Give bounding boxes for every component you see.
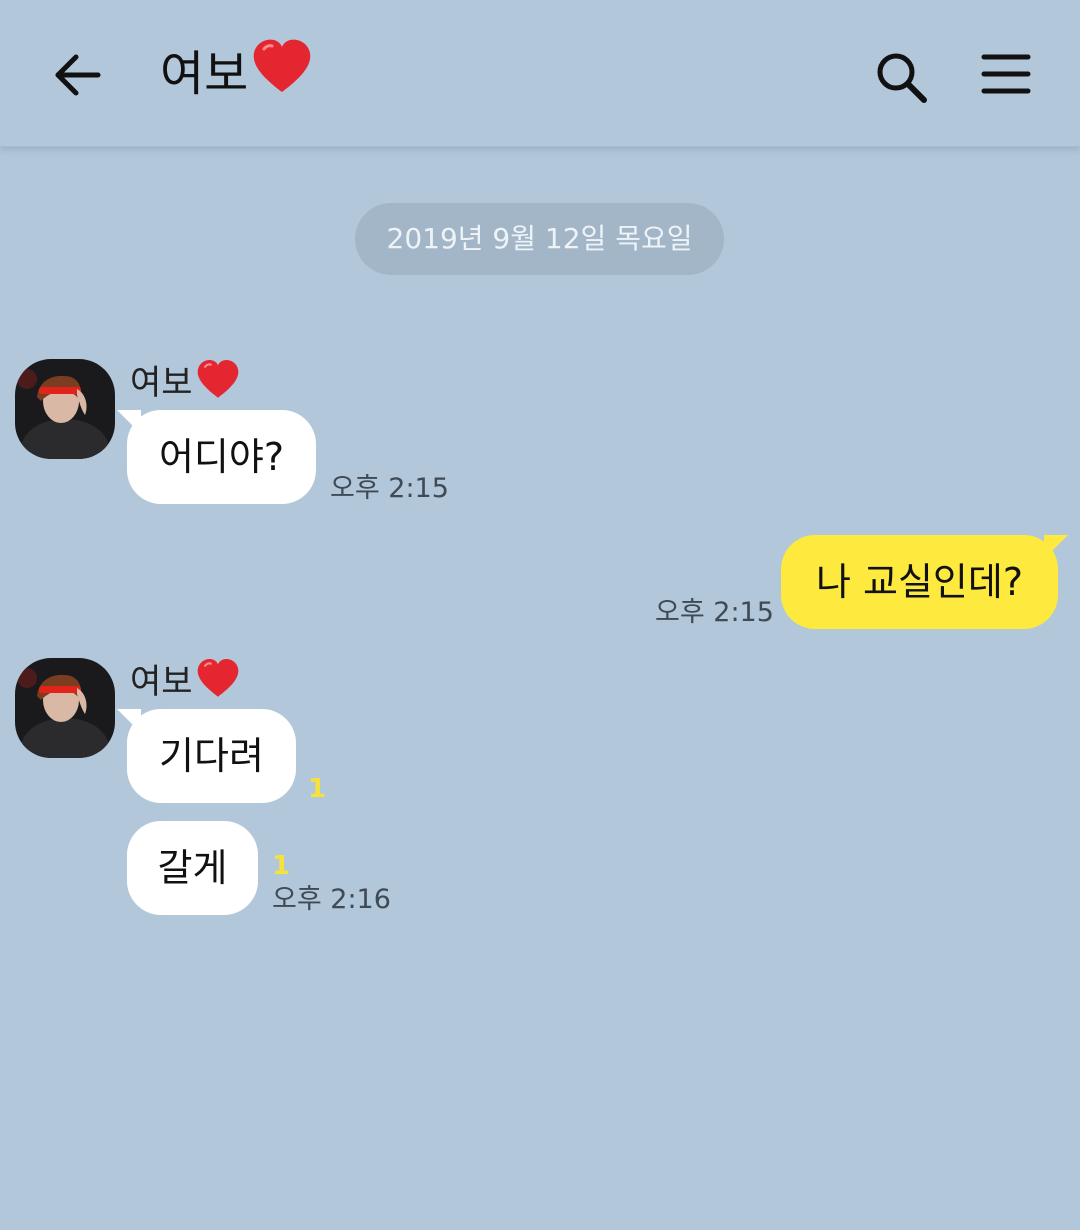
message-text: 어디야?: [158, 435, 285, 479]
chat-title[interactable]: 여보: [160, 36, 314, 117]
sender-name-text: 여보: [130, 662, 193, 702]
bubble-tail: [117, 410, 141, 434]
heart-icon: [250, 37, 314, 117]
sender-name: 여보: [130, 358, 241, 411]
chat-header: 여보: [0, 0, 1080, 147]
message-time: 오후 2:16: [272, 884, 391, 915]
message-bubble-incoming[interactable]: 어디야?: [117, 410, 316, 504]
message-text: 기다려: [159, 734, 264, 778]
unread-count: 1: [308, 774, 327, 804]
search-icon[interactable]: [872, 48, 930, 106]
sender-name-text: 여보: [130, 363, 193, 403]
message-time: 오후 2:15: [330, 473, 449, 504]
contact-avatar[interactable]: [15, 359, 115, 459]
heart-icon: [195, 657, 241, 710]
back-arrow-icon[interactable]: [50, 48, 104, 102]
message-bubble-outgoing[interactable]: 나 교실인데?: [781, 535, 1068, 629]
hamburger-menu-icon[interactable]: [978, 50, 1034, 100]
sender-name: 여보: [130, 657, 241, 710]
message-text: 갈게: [157, 846, 228, 890]
message-bubble-incoming[interactable]: 갈게: [127, 821, 258, 915]
bubble-tail: [117, 709, 141, 733]
message-bubble-incoming[interactable]: 기다려: [117, 709, 296, 803]
message-text: 나 교실인데?: [815, 560, 1024, 604]
bubble-tail: [1044, 535, 1068, 559]
chat-title-text: 여보: [160, 46, 249, 102]
message-time: 오후 2:15: [655, 597, 774, 628]
date-divider: 2019년 9월 12일 목요일: [355, 203, 724, 275]
contact-avatar[interactable]: [15, 658, 115, 758]
unread-count: 1: [272, 851, 291, 881]
heart-icon: [195, 358, 241, 411]
